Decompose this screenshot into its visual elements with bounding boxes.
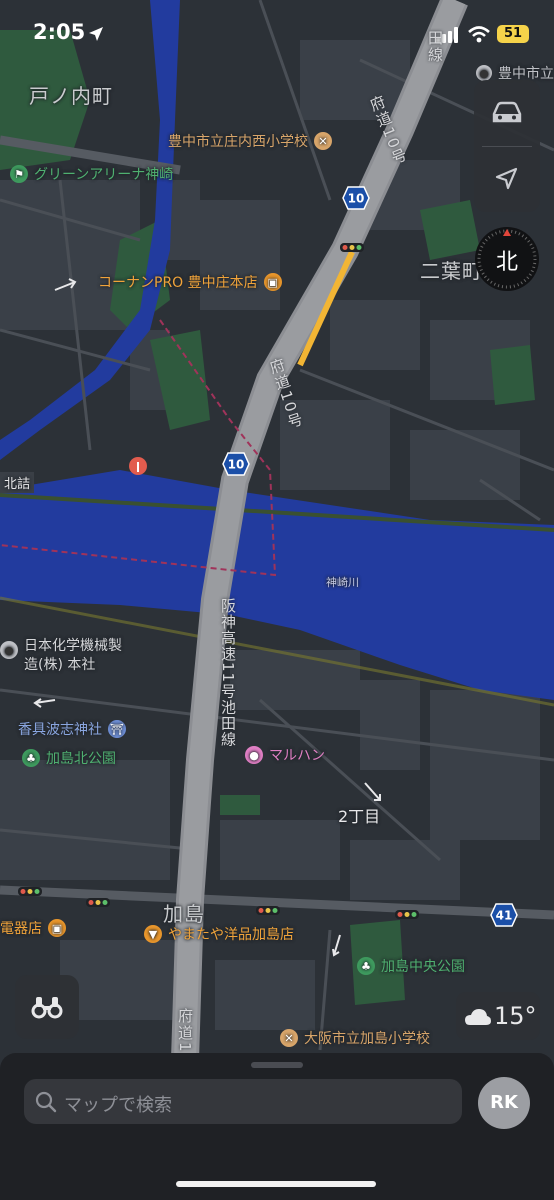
edge-label-kitazume: 北詰 (0, 472, 35, 493)
route-shield-text: 10 (228, 458, 245, 472)
route-shield-text: 41 (496, 909, 513, 923)
weather-temperature: 15° (494, 1002, 537, 1030)
entertainment-icon: ● (245, 746, 263, 764)
poi-kashima-kita-park[interactable]: ♣ 加島北公園 (22, 748, 116, 768)
route-shield-text: 10 (348, 192, 365, 206)
account-avatar[interactable]: RK (478, 1077, 530, 1129)
building-icon: ● (0, 641, 18, 659)
poi-name: 加島北公園 (46, 751, 116, 767)
compass-label: 北 (495, 250, 518, 275)
road-label-prefectural-1-lower: 府道1 (176, 1008, 194, 1054)
poi-kohnan-pro[interactable]: コーナンPRO 豊中庄本店 ▣ (98, 272, 282, 292)
school-icon: ✕ (314, 132, 332, 150)
poi-name: 豊中市立庄内西小学校 (168, 134, 308, 150)
area-label-2chome: 2丁目 (338, 807, 381, 826)
sheet-grabber[interactable] (251, 1062, 303, 1068)
building-icon: ● (476, 65, 492, 81)
river-label: 神崎川 (326, 576, 359, 589)
map-controls-panel (474, 80, 540, 212)
bottom-sheet (0, 1053, 554, 1200)
poi-name: グリーンアリーナ神崎 (34, 167, 174, 183)
road-label-hanshin-expressway: 阪神高速11号池田線 (219, 598, 237, 748)
map-mode-button[interactable] (474, 80, 540, 146)
status-time: 2:05 (33, 20, 86, 44)
cloud-icon (465, 1009, 491, 1025)
locate-me-button[interactable] (474, 146, 540, 212)
road-label-line-fragment: 田線 (426, 30, 444, 64)
poi-kagushi-shrine[interactable]: 香具波志神社 ⛩ (18, 719, 126, 739)
route-shield-10-lower: 10 (222, 452, 250, 476)
poi-name: 大阪市立加島小学校 (304, 1031, 430, 1047)
shopping-bag-icon: ▣ (263, 273, 282, 291)
poi-name: 日本化学機械製造(株) 本社 (24, 638, 122, 673)
poi-name: やまたや洋品加島店 (168, 927, 294, 943)
weather-widget[interactable]: 15° (456, 992, 540, 1040)
shrine-icon: ⛩ (108, 720, 126, 738)
wifi-icon (468, 26, 490, 43)
location-arrow-icon (89, 27, 103, 41)
tree-icon: ♣ (22, 749, 40, 767)
poi-nihon-kagaku[interactable]: ● 日本化学機械製造(株) 本社 (0, 637, 134, 675)
poi-name: 電器店 (0, 921, 42, 937)
car-icon (492, 101, 522, 123)
poi-denki-ten[interactable]: 電器店 ▣ (0, 918, 66, 938)
poi-green-arena[interactable]: ⚑ グリーンアリーナ神崎 (10, 164, 173, 184)
clothing-icon: ▼ (144, 925, 162, 943)
area-label-kashima: 加島 (163, 902, 205, 926)
look-around-button[interactable] (15, 975, 79, 1039)
area-label-tonouchi: 戸ノ内町 (29, 84, 113, 108)
home-indicator (176, 1181, 376, 1187)
battery-indicator: 51 (497, 25, 529, 43)
poi-name: 加島中央公園 (381, 959, 465, 975)
sports-icon: ⚑ (10, 165, 28, 183)
location-arrow-icon (495, 167, 518, 190)
poi-name: コーナンPRO 豊中庄本店 (98, 275, 258, 291)
search-input[interactable]: マップで検索 (64, 1091, 172, 1117)
school-icon: ✕ (280, 1029, 298, 1047)
poi-kashima-elementary[interactable]: ✕ 大阪市立加島小学校 (280, 1028, 430, 1048)
route-shield-10-upper: 10 (342, 186, 370, 210)
poi-maruhan[interactable]: ● マルハン (245, 745, 325, 765)
compass-button[interactable]: 北 (475, 227, 539, 291)
poi-name: マルハン (269, 748, 325, 764)
binoculars-icon (31, 997, 63, 1019)
route-shield-41: 41 (490, 903, 518, 927)
search-icon (35, 1091, 57, 1113)
poi-kashima-chuo-park[interactable]: ♣ 加島中央公園 (357, 956, 465, 976)
tree-icon: ♣ (357, 957, 375, 975)
shopping-bag-icon: ▣ (48, 919, 66, 937)
search-bar[interactable]: マップで検索 (24, 1079, 462, 1124)
poi-name: 香具波志神社 (18, 722, 102, 738)
status-bar: 2:05 51 (0, 0, 554, 60)
poi-shonai-nishi-school[interactable]: 豊中市立庄内西小学校 ✕ (168, 131, 332, 151)
poi-yamataya[interactable]: ▼ やまたや洋品加島店 (144, 924, 294, 944)
area-label-futaba: 二葉町 (420, 259, 483, 283)
